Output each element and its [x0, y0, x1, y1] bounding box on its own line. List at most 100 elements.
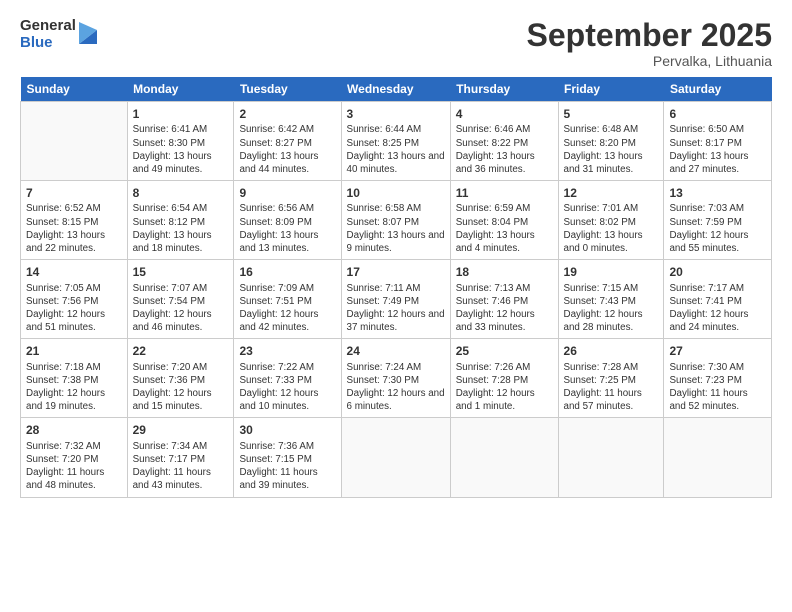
day-number: 11: [456, 185, 553, 201]
page: General Blue September 2025 Pervalka, Li…: [0, 0, 792, 612]
day-sunrise: Sunrise: 7:11 AM: [347, 282, 445, 295]
day-daylight: Daylight: 11 hours and 48 minutes.: [26, 466, 122, 492]
day-sunrise: Sunrise: 7:13 AM: [456, 282, 553, 295]
calendar-cell: 22 Sunrise: 7:20 AM Sunset: 7:36 PM Dayl…: [127, 339, 234, 418]
location: Pervalka, Lithuania: [527, 53, 772, 69]
col-sunday: Sunday: [21, 77, 128, 102]
day-sunrise: Sunrise: 7:09 AM: [239, 282, 335, 295]
day-number: 3: [347, 106, 445, 122]
day-sunset: Sunset: 8:09 PM: [239, 216, 335, 229]
day-daylight: Daylight: 13 hours and 22 minutes.: [26, 229, 122, 255]
day-number: 22: [133, 343, 229, 359]
day-sunrise: Sunrise: 7:05 AM: [26, 282, 122, 295]
day-daylight: Daylight: 12 hours and 1 minute.: [456, 387, 553, 413]
calendar-cell: [21, 102, 128, 181]
calendar-cell: 10 Sunrise: 6:58 AM Sunset: 8:07 PM Dayl…: [341, 181, 450, 260]
day-daylight: Daylight: 11 hours and 57 minutes.: [564, 387, 659, 413]
day-number: 4: [456, 106, 553, 122]
calendar-cell: 28 Sunrise: 7:32 AM Sunset: 7:20 PM Dayl…: [21, 418, 128, 497]
calendar-cell: 26 Sunrise: 7:28 AM Sunset: 7:25 PM Dayl…: [558, 339, 664, 418]
day-number: 21: [26, 343, 122, 359]
calendar-cell: 1 Sunrise: 6:41 AM Sunset: 8:30 PM Dayli…: [127, 102, 234, 181]
day-daylight: Daylight: 11 hours and 39 minutes.: [239, 466, 335, 492]
day-daylight: Daylight: 12 hours and 24 minutes.: [669, 308, 766, 334]
day-sunset: Sunset: 7:49 PM: [347, 295, 445, 308]
day-sunset: Sunset: 7:17 PM: [133, 453, 229, 466]
day-sunset: Sunset: 7:54 PM: [133, 295, 229, 308]
day-sunrise: Sunrise: 6:58 AM: [347, 202, 445, 215]
calendar-cell: 25 Sunrise: 7:26 AM Sunset: 7:28 PM Dayl…: [450, 339, 558, 418]
col-saturday: Saturday: [664, 77, 772, 102]
day-sunrise: Sunrise: 7:18 AM: [26, 361, 122, 374]
day-daylight: Daylight: 12 hours and 37 minutes.: [347, 308, 445, 334]
day-sunrise: Sunrise: 6:50 AM: [669, 123, 766, 136]
day-daylight: Daylight: 13 hours and 4 minutes.: [456, 229, 553, 255]
calendar-cell: 24 Sunrise: 7:24 AM Sunset: 7:30 PM Dayl…: [341, 339, 450, 418]
col-monday: Monday: [127, 77, 234, 102]
day-sunrise: Sunrise: 7:30 AM: [669, 361, 766, 374]
day-daylight: Daylight: 13 hours and 49 minutes.: [133, 150, 229, 176]
day-sunset: Sunset: 8:15 PM: [26, 216, 122, 229]
day-sunset: Sunset: 7:36 PM: [133, 374, 229, 387]
day-daylight: Daylight: 13 hours and 31 minutes.: [564, 150, 659, 176]
calendar-cell: 14 Sunrise: 7:05 AM Sunset: 7:56 PM Dayl…: [21, 260, 128, 339]
day-daylight: Daylight: 11 hours and 43 minutes.: [133, 466, 229, 492]
day-sunset: Sunset: 7:59 PM: [669, 216, 766, 229]
day-number: 23: [239, 343, 335, 359]
calendar-cell: 13 Sunrise: 7:03 AM Sunset: 7:59 PM Dayl…: [664, 181, 772, 260]
day-daylight: Daylight: 13 hours and 27 minutes.: [669, 150, 766, 176]
calendar-cell: 7 Sunrise: 6:52 AM Sunset: 8:15 PM Dayli…: [21, 181, 128, 260]
calendar-cell: 15 Sunrise: 7:07 AM Sunset: 7:54 PM Dayl…: [127, 260, 234, 339]
day-sunset: Sunset: 8:12 PM: [133, 216, 229, 229]
day-number: 14: [26, 264, 122, 280]
calendar-cell: 19 Sunrise: 7:15 AM Sunset: 7:43 PM Dayl…: [558, 260, 664, 339]
day-sunset: Sunset: 8:17 PM: [669, 137, 766, 150]
day-sunset: Sunset: 7:30 PM: [347, 374, 445, 387]
day-sunrise: Sunrise: 7:32 AM: [26, 440, 122, 453]
day-sunrise: Sunrise: 7:24 AM: [347, 361, 445, 374]
calendar-week-3: 14 Sunrise: 7:05 AM Sunset: 7:56 PM Dayl…: [21, 260, 772, 339]
day-sunrise: Sunrise: 7:03 AM: [669, 202, 766, 215]
day-sunset: Sunset: 7:28 PM: [456, 374, 553, 387]
day-sunrise: Sunrise: 6:41 AM: [133, 123, 229, 136]
day-sunrise: Sunrise: 6:54 AM: [133, 202, 229, 215]
day-number: 17: [347, 264, 445, 280]
col-tuesday: Tuesday: [234, 77, 341, 102]
day-sunset: Sunset: 7:38 PM: [26, 374, 122, 387]
day-sunset: Sunset: 7:43 PM: [564, 295, 659, 308]
day-daylight: Daylight: 12 hours and 6 minutes.: [347, 387, 445, 413]
month-title: September 2025: [527, 18, 772, 53]
day-sunset: Sunset: 8:02 PM: [564, 216, 659, 229]
day-daylight: Daylight: 12 hours and 55 minutes.: [669, 229, 766, 255]
day-daylight: Daylight: 11 hours and 52 minutes.: [669, 387, 766, 413]
logo-icon: [79, 22, 97, 44]
calendar-week-2: 7 Sunrise: 6:52 AM Sunset: 8:15 PM Dayli…: [21, 181, 772, 260]
col-wednesday: Wednesday: [341, 77, 450, 102]
day-daylight: Daylight: 13 hours and 9 minutes.: [347, 229, 445, 255]
calendar-cell: 4 Sunrise: 6:46 AM Sunset: 8:22 PM Dayli…: [450, 102, 558, 181]
col-friday: Friday: [558, 77, 664, 102]
calendar-cell: 9 Sunrise: 6:56 AM Sunset: 8:09 PM Dayli…: [234, 181, 341, 260]
day-sunrise: Sunrise: 6:44 AM: [347, 123, 445, 136]
day-daylight: Daylight: 13 hours and 40 minutes.: [347, 150, 445, 176]
day-sunrise: Sunrise: 7:15 AM: [564, 282, 659, 295]
day-number: 25: [456, 343, 553, 359]
day-sunrise: Sunrise: 7:34 AM: [133, 440, 229, 453]
day-number: 7: [26, 185, 122, 201]
calendar-cell: 16 Sunrise: 7:09 AM Sunset: 7:51 PM Dayl…: [234, 260, 341, 339]
day-daylight: Daylight: 12 hours and 33 minutes.: [456, 308, 553, 334]
header-row: Sunday Monday Tuesday Wednesday Thursday…: [21, 77, 772, 102]
day-sunset: Sunset: 7:51 PM: [239, 295, 335, 308]
day-number: 26: [564, 343, 659, 359]
calendar-cell: 29 Sunrise: 7:34 AM Sunset: 7:17 PM Dayl…: [127, 418, 234, 497]
day-sunset: Sunset: 7:33 PM: [239, 374, 335, 387]
calendar-cell: [558, 418, 664, 497]
day-daylight: Daylight: 12 hours and 10 minutes.: [239, 387, 335, 413]
day-sunset: Sunset: 7:46 PM: [456, 295, 553, 308]
day-number: 24: [347, 343, 445, 359]
day-sunrise: Sunrise: 7:28 AM: [564, 361, 659, 374]
calendar-cell: 21 Sunrise: 7:18 AM Sunset: 7:38 PM Dayl…: [21, 339, 128, 418]
logo-text: General Blue: [20, 18, 76, 51]
day-sunrise: Sunrise: 7:26 AM: [456, 361, 553, 374]
calendar-cell: 18 Sunrise: 7:13 AM Sunset: 7:46 PM Dayl…: [450, 260, 558, 339]
